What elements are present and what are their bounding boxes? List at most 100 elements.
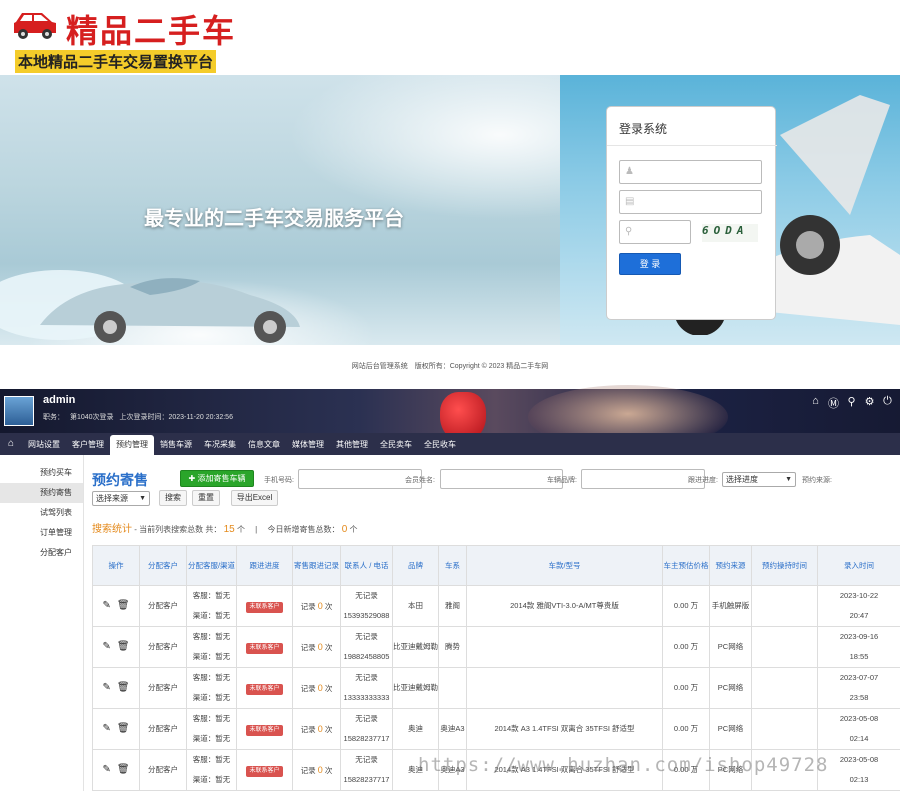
contact-phone: 15393529088	[343, 611, 390, 620]
source-cell: PC网络	[709, 626, 752, 668]
stat-label: 搜索统计	[92, 524, 132, 535]
brand-input[interactable]	[581, 469, 705, 489]
record-label: 记录	[300, 601, 316, 611]
source-select[interactable]: 选择来源 ▼	[92, 491, 150, 506]
home-icon[interactable]: ⌂	[809, 395, 822, 411]
contact-name: 无记录	[355, 591, 378, 600]
progress-cell: 未联系客户	[236, 626, 293, 668]
trash-icon[interactable]: 🗑	[117, 760, 130, 780]
reset-button[interactable]: 重置	[192, 490, 220, 506]
main-nav: ⌂ 网站设置 客户管理 预约管理 销售车源 车况采集 信息文章 媒体管理 其他管…	[0, 433, 900, 455]
edit-icon[interactable]: ✎	[102, 637, 110, 657]
role-label: 职务：	[43, 414, 64, 421]
username-input[interactable]: ♟	[619, 160, 762, 184]
row-actions: ✎ 🗑	[92, 585, 140, 627]
contact-phone: 13333333333	[343, 693, 390, 702]
contact-name: 无记录	[355, 673, 378, 682]
assign-customer-link[interactable]: 分配客户	[139, 667, 187, 709]
source-label: 预约来源:	[802, 477, 832, 484]
price-cell: 0.00 万	[662, 585, 710, 627]
record-unit: 次	[324, 601, 333, 611]
add-consignment-button[interactable]: ✚ 添加寄售车辆	[180, 470, 254, 487]
search-button[interactable]: 搜索	[159, 490, 187, 506]
entry-time: 02:13	[849, 775, 869, 784]
model-cell: 2014款 A3 1.4TFSI 双离合 35TFSI 舒适型	[466, 708, 663, 750]
contact-cell: 无记录 13333333333	[340, 667, 393, 709]
assign-customer-link[interactable]: 分配客户	[139, 749, 187, 791]
sidebar-item-orders[interactable]: 订单管理	[0, 523, 83, 543]
phone-label: 手机号码:	[264, 477, 294, 484]
trash-icon[interactable]: 🗑	[117, 719, 130, 739]
edit-icon[interactable]: ✎	[102, 719, 110, 739]
agent-text: 客服：暂无	[192, 714, 231, 723]
search-statistics: 搜索统计 - 当前列表搜索总数 共： 15 个 | 今日新增寄售总数： 0 个	[92, 520, 358, 535]
tab-site-settings[interactable]: 网站设置	[22, 433, 66, 455]
assign-customer-link[interactable]: 分配客户	[139, 708, 187, 750]
col-header: 品牌	[392, 545, 439, 586]
member-label: 会员姓名:	[405, 477, 435, 484]
edit-icon[interactable]: ✎	[102, 760, 110, 780]
agent-channel-cell: 客服：暂无渠道：暂无	[186, 708, 237, 750]
col-header: 车系	[438, 545, 467, 586]
contact-name: 无记录	[355, 755, 378, 764]
follow-record-cell[interactable]: 记录 0 次	[292, 749, 341, 791]
stat-total-unit: 个	[236, 525, 245, 534]
sidebar-item-test-drive[interactable]: 试驾列表	[0, 503, 83, 523]
source-select-value: 选择来源	[96, 494, 128, 503]
toolbar-icons: ⌂ Ⓜ ⚲ ⚙ ⏻	[809, 395, 894, 411]
trash-icon[interactable]: 🗑	[117, 596, 130, 616]
edit-icon[interactable]: ✎	[102, 596, 110, 616]
op-time-cell	[751, 708, 818, 750]
follow-record-cell[interactable]: 记录 0 次	[292, 626, 341, 668]
gear-icon[interactable]: ⚙	[863, 395, 876, 411]
contact-cell: 无记录 15393529088	[340, 585, 393, 627]
captcha-input[interactable]: ⚲	[619, 220, 691, 244]
record-label: 记录	[300, 724, 316, 734]
password-input[interactable]: ▤	[619, 190, 762, 214]
captcha-image[interactable]: 6ODA	[702, 224, 758, 242]
tab-appointments[interactable]: 预约管理	[110, 435, 154, 455]
trash-icon[interactable]: 🗑	[117, 678, 130, 698]
progress-cell: 未联系客户	[236, 749, 293, 791]
last-login-time: 上次登录时间：2023-11-20 20:32:56	[119, 414, 233, 421]
tab-sell-car[interactable]: 全民卖车	[374, 433, 418, 455]
key-icon[interactable]: ⚲	[845, 395, 858, 411]
record-count: 0	[317, 600, 323, 611]
stat-today-count: 0	[341, 524, 348, 535]
home-icon[interactable]: ⌂	[0, 433, 22, 455]
sidebar-item-booking-buy[interactable]: 预约买车	[0, 463, 83, 483]
table-row: ✎ 🗑 分配客户 客服：暂无 渠道：暂无 未联系客户 记录 0 次无记录 1988245880…	[92, 626, 900, 668]
assign-customer-link[interactable]: 分配客户	[139, 585, 187, 627]
agent-text: 客服：暂无	[192, 591, 231, 600]
progress-select[interactable]: 选择进度 ▼	[722, 472, 796, 487]
power-icon[interactable]: ⏻	[881, 395, 894, 411]
help-icon[interactable]: Ⓜ	[827, 395, 840, 411]
progress-select-value: 选择进度	[726, 475, 758, 484]
follow-record-cell[interactable]: 记录 0 次	[292, 708, 341, 750]
series-cell: 奥迪A3	[438, 708, 467, 750]
tab-car-inspection[interactable]: 车况采集	[198, 433, 242, 455]
follow-record-cell[interactable]: 记录 0 次	[292, 667, 341, 709]
record-label: 记录	[300, 765, 316, 775]
login-button[interactable]: 登 录	[619, 253, 681, 275]
assign-customer-link[interactable]: 分配客户	[139, 626, 187, 668]
row-actions: ✎ 🗑	[92, 626, 140, 668]
entry-time: 23:58	[849, 693, 869, 702]
source-cell: 手机触屏版	[709, 585, 752, 627]
tab-sales-cars[interactable]: 销售车源	[154, 433, 198, 455]
sidebar-item-assign[interactable]: 分配客户	[0, 543, 83, 563]
channel-text: 渠道：暂无	[192, 734, 231, 743]
progress-cell: 未联系客户	[236, 708, 293, 750]
tab-buy-car[interactable]: 全民收车	[418, 433, 462, 455]
member-input[interactable]	[440, 469, 563, 489]
tab-media[interactable]: 媒体管理	[286, 433, 330, 455]
tab-articles[interactable]: 信息文章	[242, 433, 286, 455]
follow-record-cell[interactable]: 记录 0 次	[292, 585, 341, 627]
edit-icon[interactable]: ✎	[102, 678, 110, 698]
tab-customers[interactable]: 客户管理	[66, 433, 110, 455]
export-excel-button[interactable]: 导出Excel	[231, 490, 278, 506]
trash-icon[interactable]: 🗑	[117, 637, 130, 657]
sidebar-item-consignment[interactable]: 预约寄售	[0, 483, 83, 503]
phone-input[interactable]	[298, 469, 422, 489]
tab-other[interactable]: 其他管理	[330, 433, 374, 455]
